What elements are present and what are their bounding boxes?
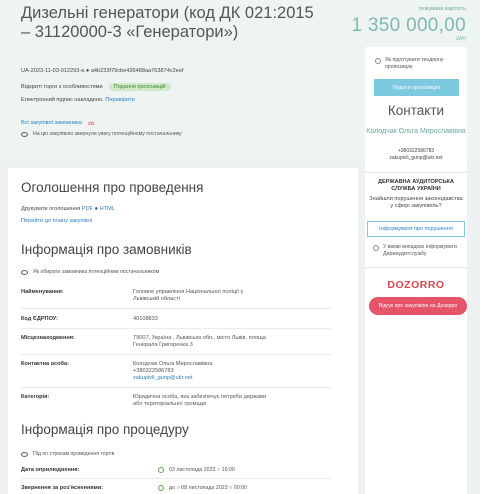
tender-id: UA-2023-11-03-012293-a ● a4b233f79cbe436… [21, 68, 184, 74]
page-title: Дизельні генератори (код ДК 021:2015 – 3… [21, 4, 314, 41]
contact-value: Колодчак Ольга Мирославівна +38032258678… [133, 361, 268, 382]
location-label: Місцезнаходження: [21, 335, 75, 341]
print-label: Друкувати оголошення [21, 206, 81, 212]
status-badge: Подання пропозицій [108, 83, 171, 91]
category-label: Категорія: [21, 394, 50, 400]
clarify-date: до ○ 08 листопада 2023 ○ 00:00 [169, 485, 248, 491]
clarify-value: до ○ 08 листопада 2023 ○ 00:00 [158, 485, 247, 491]
customer-note: Як обирати замовника потенційним постача… [21, 269, 159, 275]
contacts-title: Контакти [387, 103, 445, 118]
watch-note-text: На цю закупівлю звернули увагу потенційн… [33, 131, 182, 137]
eye-icon [21, 131, 28, 137]
contact-email[interactable]: zakupivli_gunp@ukr.net [365, 155, 467, 161]
report-violation-button[interactable]: Інформувати про порушення [367, 221, 465, 237]
location-value: 79007, Україна , Львівська обл., місто Л… [133, 335, 266, 348]
published-label: Дата оприлюднення: [21, 467, 80, 473]
name-value: Головне управління Національної поліції … [133, 289, 244, 302]
audit-text: Знайшли порушення законодавства у сфері … [369, 196, 463, 209]
divider [21, 328, 331, 329]
watch-note: На цю закупівлю звернули увагу потенційн… [21, 131, 182, 137]
procurement-type-label: Відкриті торги з особливостями [21, 84, 103, 90]
divider [21, 478, 331, 479]
published-value: 03 листопада 2023 ○ 16:00 [158, 467, 235, 473]
edrpou-label: Код ЄДРПОУ: [21, 316, 58, 322]
clarify-label: Звернення за роз'ясненнями: [21, 485, 104, 491]
info-icon [373, 245, 379, 251]
procedure-note-text: Під по строкам проведення торгів [33, 451, 115, 457]
published-date: 03 листопада 2023 ○ 16:00 [169, 467, 235, 473]
category-value: Юридична особа, яка забезпечує потреби д… [133, 394, 267, 407]
all-purchases-label: Всі закупівлі замовника [21, 120, 82, 126]
contact-label: Контактна особа: [21, 361, 69, 367]
esign-info: Електронний підпис накладено. Перевірити [21, 97, 135, 103]
clock-icon [158, 485, 164, 491]
edrpou-value: 40108833 [133, 316, 158, 322]
procurement-type: Відкриті торги з особливостями Подання п… [21, 83, 171, 91]
star-icon [21, 451, 28, 457]
contact-person: Колодчак Ольга Мирославівна [133, 361, 213, 367]
glasses-icon: ∞ [87, 118, 95, 128]
price-label: очікувана вартість [418, 6, 466, 12]
sidebar: Як підготувати тендерну пропозицію Подат… [365, 47, 467, 494]
audit-box: ДЕРЖАВНА АУДИТОРСЬКА СЛУЖБА УКРАЇНИ Знай… [365, 172, 467, 268]
contact-name: Колодчак Ольга Мирославівна [366, 128, 466, 135]
divider [21, 387, 331, 388]
dozorro-feedback-button[interactable]: Відгук про закупівлю на Дозорро [369, 297, 467, 315]
audit-note-text: У вживі випадках інформувати Держаудитсл… [383, 244, 457, 257]
customer-title: Інформація про замовників [21, 242, 192, 257]
expected-price: 1 350 000,00 [351, 15, 466, 36]
contact-person-phone: +380322586783 [133, 368, 174, 374]
customer-note-text: Як обирати замовника потенційним постача… [33, 269, 160, 275]
procedure-note: Під по строкам проведення торгів [21, 451, 114, 457]
dozorro-logo: DOZORRO [387, 279, 445, 291]
audit-note: У вживі випадках інформувати Держаудитсл… [373, 244, 463, 257]
submit-bid-button[interactable]: Подати пропозицію [374, 79, 459, 96]
print-pdf-link[interactable]: PDF [82, 206, 93, 212]
procedure-title: Інформація про процедуру [21, 422, 189, 437]
name-label: Найменування: [21, 289, 64, 295]
plan-link[interactable]: Перейти до плану закупівлі [21, 218, 92, 224]
print-row: Друкувати оголошення PDF ● HTML [21, 206, 115, 212]
main-content: Оголошення про проведення Друкувати огол… [8, 168, 358, 494]
announcement-title: Оголошення про проведення [21, 180, 204, 195]
currency: UAH [455, 36, 466, 42]
bid-help-note[interactable]: Як підготувати тендерну пропозицію [375, 57, 459, 70]
star-icon [21, 269, 28, 275]
all-purchases-link[interactable]: Всі закупівлі замовника ∞ [21, 118, 94, 128]
info-icon [375, 58, 381, 64]
contact-person-email[interactable]: zakupivli_gunp@ukr.net [133, 375, 192, 381]
contact-phone: +380322586783 [397, 148, 435, 154]
bid-help-text: Як підготувати тендерну пропозицію [385, 57, 444, 70]
divider [21, 354, 331, 355]
print-separator: ● [94, 206, 99, 212]
print-html-link[interactable]: HTML [100, 206, 115, 212]
divider [21, 308, 331, 309]
audit-title: ДЕРЖАВНА АУДИТОРСЬКА СЛУЖБА УКРАЇНИ [378, 179, 454, 192]
esign-verify-link[interactable]: Перевірити [105, 97, 135, 103]
esign-text: Електронний підпис накладено. [21, 97, 104, 103]
clock-icon [158, 467, 164, 473]
